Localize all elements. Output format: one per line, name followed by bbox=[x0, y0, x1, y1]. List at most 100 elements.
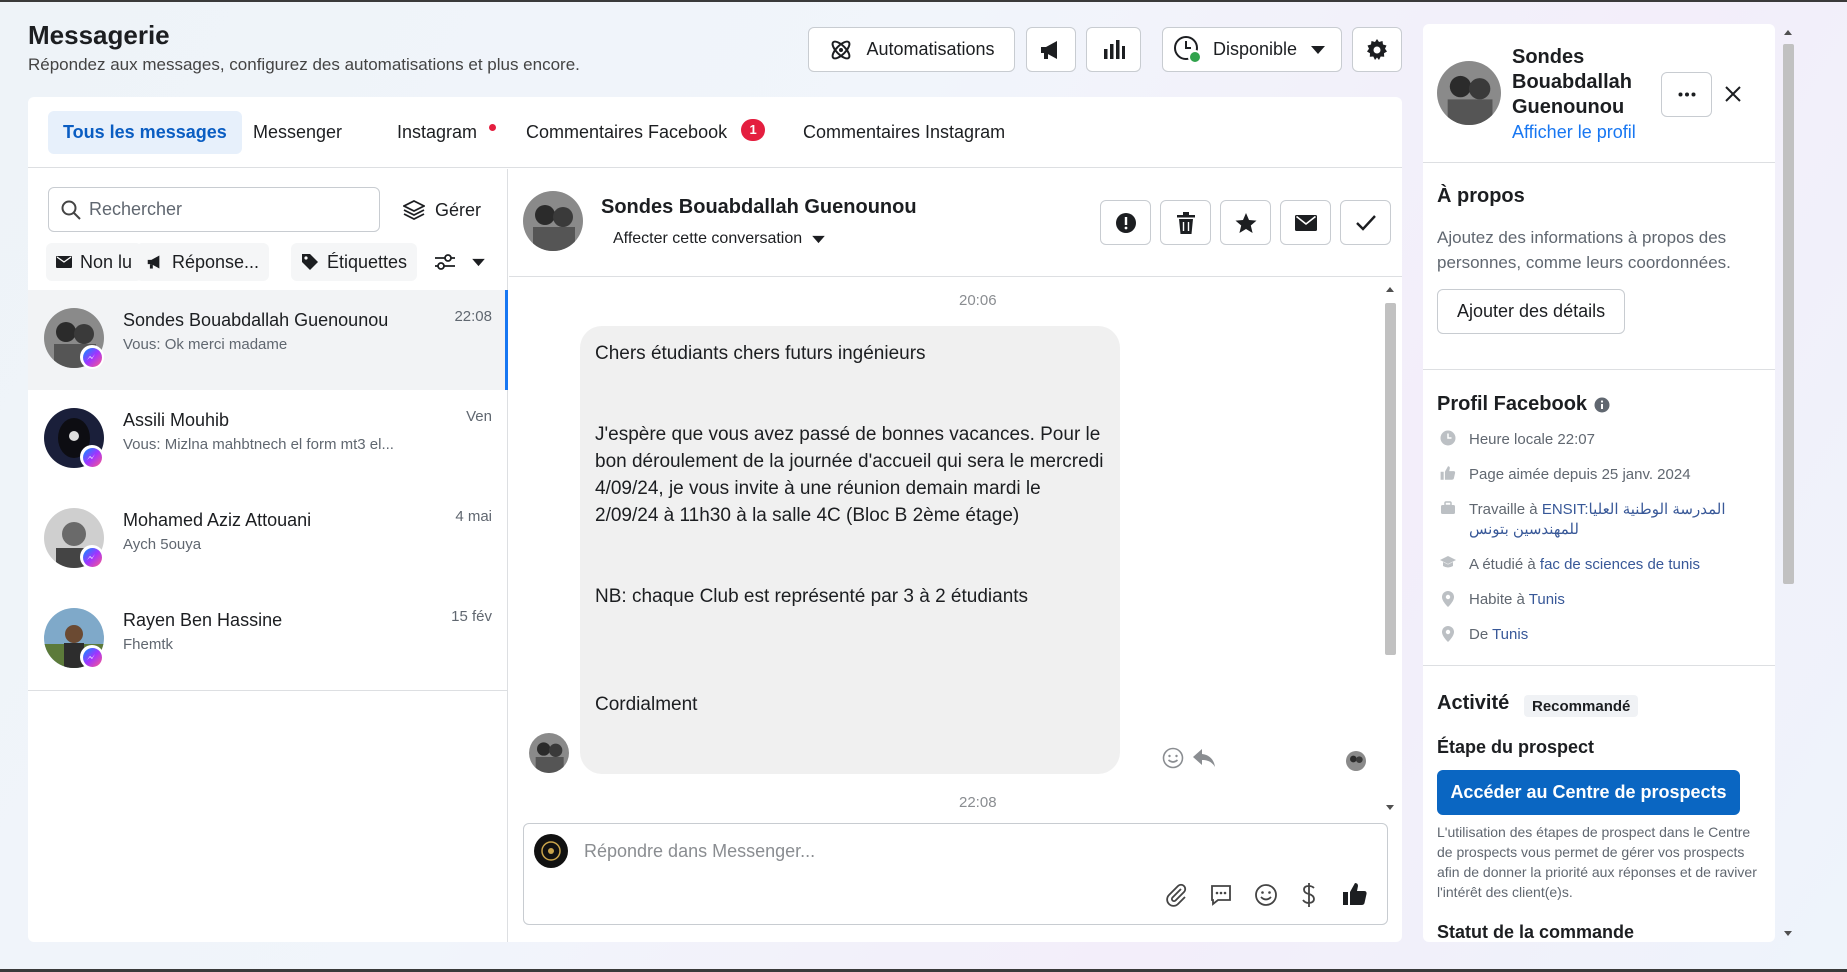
search-box[interactable] bbox=[48, 187, 380, 232]
activity-title: Activité bbox=[1437, 692, 1510, 714]
page-subtitle: Répondez aux messages, configurez des au… bbox=[28, 55, 580, 74]
automations-button[interactable]: Automatisations bbox=[808, 27, 1015, 72]
messenger-icon bbox=[80, 645, 104, 669]
info-icon[interactable] bbox=[1594, 397, 1610, 413]
local-time-row: Heure locale 22:07 bbox=[1437, 430, 1767, 450]
star-icon bbox=[1235, 212, 1256, 233]
hometown-link[interactable]: Tunis bbox=[1492, 626, 1528, 643]
settings-button[interactable] bbox=[1352, 27, 1402, 72]
tab-messenger[interactable]: Messenger bbox=[238, 111, 357, 154]
avatar[interactable] bbox=[523, 191, 583, 251]
payment-dollar-icon[interactable] bbox=[1299, 882, 1319, 908]
saved-replies-icon[interactable] bbox=[1209, 883, 1233, 907]
reply-arrow-icon[interactable] bbox=[1192, 747, 1216, 769]
unread-count-badge: 1 bbox=[741, 118, 766, 141]
message-line: J'espère que vous avez passé de bonnes v… bbox=[595, 424, 1109, 526]
mark-done-button[interactable] bbox=[1340, 200, 1391, 245]
atom-icon bbox=[832, 40, 851, 59]
emoji-icon[interactable] bbox=[1254, 883, 1278, 907]
recommended-badge: Recommandé bbox=[1524, 695, 1639, 717]
filter-unread[interactable]: Non lu bbox=[46, 243, 143, 281]
leads-center-button[interactable]: Accéder au Centre de prospects bbox=[1437, 770, 1740, 815]
tab-all-messages[interactable]: Tous les messages bbox=[48, 111, 242, 154]
message-timestamp: 22:08 bbox=[959, 794, 997, 811]
tab-facebook-comments[interactable]: Commentaires Facebook 1 bbox=[511, 111, 780, 154]
message-timestamp: 20:06 bbox=[959, 292, 997, 309]
insights-button[interactable] bbox=[1086, 27, 1141, 72]
tab-instagram-comments[interactable]: Commentaires Instagram bbox=[788, 111, 1020, 154]
add-details-button[interactable]: Ajouter des détails bbox=[1437, 289, 1626, 334]
page-title: Messagerie bbox=[28, 20, 170, 50]
school-link[interactable]: fac de sciences de tunis bbox=[1540, 556, 1700, 573]
filter-labels[interactable]: Étiquettes bbox=[291, 243, 418, 281]
education-row: A étudié à fac de sciences de tunis bbox=[1437, 555, 1767, 575]
caret-down-icon bbox=[812, 235, 825, 243]
conversation-preview: Aych 5ouya bbox=[123, 536, 202, 553]
graduation-cap-icon bbox=[1440, 556, 1456, 568]
close-icon[interactable] bbox=[1724, 85, 1742, 103]
thread-contact-name: Sondes Bouabdallah Guenounou bbox=[601, 196, 917, 218]
message-line: Cordialment bbox=[595, 694, 698, 715]
availability-label: Disponible bbox=[1213, 39, 1298, 59]
contact-profile-panel: Sondes Bouabdallah Guenounou Afficher le… bbox=[1423, 24, 1775, 942]
ellipsis-icon bbox=[1678, 92, 1695, 97]
conversation-list-pane: Gérer Non lu Réponse... Étiquettes Sonde… bbox=[28, 169, 508, 942]
location-pin-icon bbox=[1442, 626, 1454, 642]
tab-bar: Tous les messages Messenger Instagram Co… bbox=[28, 97, 1402, 168]
filter-response[interactable]: Réponse... bbox=[136, 243, 270, 281]
reply-input[interactable] bbox=[584, 841, 1284, 862]
reply-box[interactable] bbox=[523, 823, 1388, 925]
conversation-time: 15 fév bbox=[451, 608, 492, 625]
envelope-icon bbox=[1294, 214, 1317, 231]
delete-button[interactable] bbox=[1160, 200, 1211, 245]
report-spam-button[interactable] bbox=[1100, 200, 1151, 245]
section-divider bbox=[1423, 369, 1775, 370]
caret-down-icon bbox=[1311, 45, 1326, 54]
mark-unread-button[interactable] bbox=[1280, 200, 1331, 245]
thread-pane: Sondes Bouabdallah Guenounou Affecter ce… bbox=[509, 169, 1402, 942]
view-profile-link[interactable]: Afficher le profil bbox=[1512, 122, 1636, 143]
attachment-icon[interactable] bbox=[1164, 883, 1188, 907]
gear-icon bbox=[1367, 38, 1387, 60]
profile-scrollbar[interactable] bbox=[1779, 24, 1797, 942]
layers-icon bbox=[403, 200, 425, 220]
broadcast-button[interactable] bbox=[1026, 27, 1076, 72]
thread-scrollbar[interactable] bbox=[1381, 281, 1399, 816]
conversation-item[interactable]: Mohamed Aziz Attouani Aych 5ouya 4 mai bbox=[28, 490, 507, 590]
manage-button[interactable]: Gérer bbox=[403, 193, 481, 227]
availability-dropdown[interactable]: Disponible bbox=[1162, 27, 1342, 72]
megaphone-icon bbox=[147, 255, 160, 269]
order-status-title: Statut de la commande bbox=[1437, 922, 1635, 942]
facebook-profile-title: Profil Facebook bbox=[1437, 393, 1610, 416]
search-icon bbox=[61, 200, 81, 220]
about-text: Ajoutez des informations à propos des pe… bbox=[1437, 228, 1731, 272]
message-bubble[interactable]: Chers étudiants chers futurs ingénieurs … bbox=[580, 326, 1120, 774]
alert-icon bbox=[1115, 212, 1136, 233]
filter-options-button[interactable] bbox=[424, 243, 503, 281]
search-input[interactable] bbox=[89, 199, 359, 220]
tab-instagram[interactable]: Instagram bbox=[382, 111, 511, 154]
messenger-icon bbox=[80, 445, 104, 469]
clock-icon bbox=[1440, 430, 1456, 446]
conversation-time: 4 mai bbox=[455, 508, 492, 525]
section-divider bbox=[1423, 162, 1775, 163]
trash-icon bbox=[1176, 211, 1195, 234]
messenger-icon bbox=[80, 545, 104, 569]
assign-conversation-dropdown[interactable]: Affecter cette conversation bbox=[613, 230, 825, 248]
conversation-item[interactable]: Rayen Ben Hassine Fhemtk 15 fév bbox=[28, 590, 507, 690]
smiley-react-icon[interactable] bbox=[1162, 747, 1184, 769]
more-options-button[interactable] bbox=[1661, 72, 1712, 117]
message-line: NB: chaque Club est représenté par 3 à 2… bbox=[595, 586, 1029, 607]
page-liked-row: Page aimée depuis 25 janv. 2024 bbox=[1437, 465, 1767, 485]
city-link[interactable]: Tunis bbox=[1529, 591, 1565, 608]
section-divider bbox=[1423, 665, 1775, 666]
lead-stage-description: L'utilisation des étapes de prospect dan… bbox=[1437, 824, 1757, 900]
avatar[interactable] bbox=[1437, 61, 1501, 125]
messenger-icon bbox=[80, 345, 104, 369]
caret-down-icon bbox=[472, 258, 485, 266]
conversation-item[interactable]: Sondes Bouabdallah Guenounou Vous: Ok me… bbox=[28, 290, 508, 390]
conversation-item[interactable]: Assili Mouhib Vous: Mizlna mahbtnech el … bbox=[28, 390, 507, 490]
work-row: Travaille à ENSIT:المدرسة الوطنية العليا… bbox=[1437, 500, 1767, 540]
star-button[interactable] bbox=[1220, 200, 1271, 245]
thumbs-up-icon[interactable] bbox=[1342, 881, 1368, 907]
